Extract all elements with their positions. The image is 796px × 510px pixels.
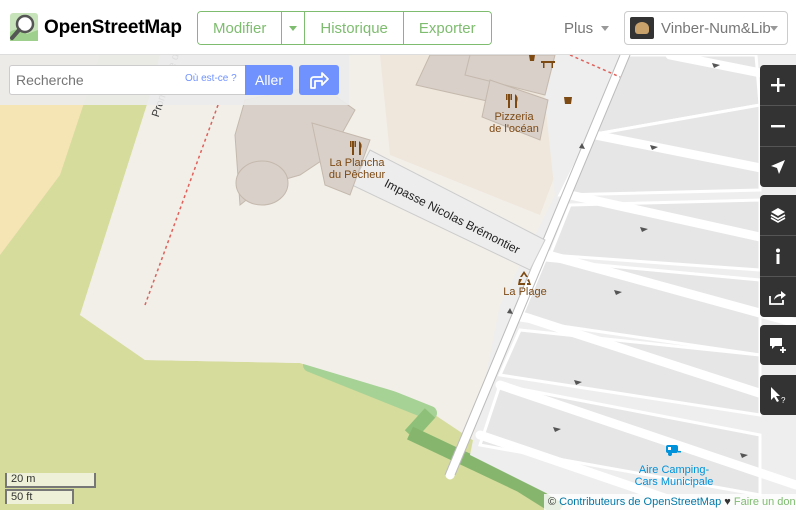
share-icon — [769, 291, 786, 305]
caravan-icon[interactable] — [665, 443, 681, 457]
svg-text:?: ? — [781, 396, 786, 404]
query-cursor-icon: ? — [771, 387, 786, 404]
user-menu[interactable]: Vinber-Num&Lib — [624, 11, 788, 45]
zoom-out-button[interactable] — [760, 106, 796, 146]
directions-icon — [310, 72, 329, 89]
directions-button[interactable] — [299, 65, 339, 95]
recycling-icon[interactable] — [516, 270, 532, 286]
poi-label-line: La Plancha — [329, 157, 385, 169]
where-is-this-link[interactable]: Où est-ce ? — [185, 73, 237, 84]
user-name: Vinber-Num&Lib — [661, 19, 771, 37]
map-key-button[interactable] — [760, 236, 796, 276]
chevron-down-icon — [289, 25, 298, 31]
edit-button[interactable]: Modifier — [198, 12, 283, 44]
restaurant-icon[interactable] — [349, 140, 365, 156]
poi-label-line: de l'océan — [489, 123, 539, 135]
poi-icon[interactable] — [528, 55, 536, 63]
poi-label-line: Aire Camping- — [638, 464, 710, 476]
scale-metric: 20 m — [5, 473, 96, 488]
attribution-bar: © Contributeurs de OpenStreetMap ♥ Faire… — [544, 494, 796, 510]
poi-label-pizzeria: Pizzeria de l'océan — [484, 111, 544, 135]
donate-link[interactable]: Faire un don — [734, 496, 796, 508]
poi-label-plancha: La Plancha du Pêcheur — [322, 157, 392, 181]
query-features-button[interactable]: ? — [760, 375, 796, 415]
top-navbar: OpenStreetMap Modifier Historique Export… — [0, 0, 796, 55]
edit-history-export-group: Modifier Historique Exporter — [197, 11, 492, 45]
search-go-button[interactable]: Aller — [245, 65, 293, 95]
chevron-down-icon — [770, 26, 778, 31]
waste-basket-icon[interactable] — [563, 95, 573, 105]
restaurant-icon[interactable] — [505, 93, 521, 109]
scale-imperial: 50 ft — [5, 489, 74, 504]
zoom-controls — [760, 65, 796, 187]
layers-button[interactable] — [760, 195, 796, 235]
minus-icon — [771, 125, 785, 128]
zoom-in-button[interactable] — [760, 65, 796, 105]
map-tools — [760, 195, 796, 317]
brand-title[interactable]: OpenStreetMap — [44, 17, 182, 39]
poi-label-la-plage: La Plage — [503, 286, 547, 298]
info-icon — [776, 248, 780, 264]
more-menu-label: Plus — [564, 20, 594, 37]
layers-icon — [770, 208, 786, 223]
osm-logo-icon[interactable] — [9, 12, 39, 42]
more-menu[interactable]: Plus — [564, 20, 610, 37]
poi-label-line: Cars Municipale — [634, 476, 714, 488]
add-note-button[interactable] — [760, 325, 796, 365]
copyright-symbol: © — [548, 496, 557, 508]
poi-label-line: Pizzeria — [494, 111, 534, 123]
contributors-link[interactable]: Contributeurs de OpenStreetMap — [559, 496, 721, 508]
map-tiles — [0, 55, 796, 510]
query-controls: ? — [760, 375, 796, 415]
avatar — [630, 17, 654, 39]
search-bar: Où est-ce ? Aller — [0, 55, 349, 105]
note-controls — [760, 325, 796, 365]
chevron-down-icon — [601, 26, 610, 31]
share-button[interactable] — [760, 277, 796, 317]
poi-label-camping: Aire Camping- Cars Municipale — [630, 464, 718, 488]
poi-label-line: du Pêcheur — [328, 169, 386, 181]
locate-button[interactable] — [760, 147, 796, 187]
bench-icon[interactable] — [540, 58, 556, 68]
location-arrow-icon — [771, 160, 785, 174]
heart-icon: ♥ — [724, 496, 731, 508]
export-button[interactable]: Exporter — [403, 12, 491, 44]
plus-icon — [771, 78, 785, 92]
edit-dropdown-button[interactable] — [282, 12, 306, 44]
map-canvas[interactable]: Promenade de Pizzeria de l'océan La Plan… — [0, 46, 796, 510]
add-note-icon — [770, 338, 786, 353]
history-button[interactable]: Historique — [305, 12, 404, 44]
